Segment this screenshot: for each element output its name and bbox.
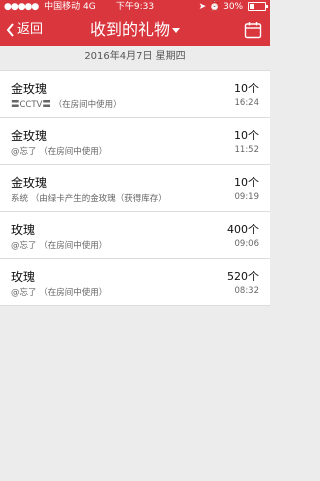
gift-row[interactable]: 玫瑰 @忘了 （在房间中使用） 520个 08:32	[0, 259, 270, 306]
gift-time: 09:06	[234, 239, 260, 249]
gift-time: 16:24	[234, 98, 260, 108]
gift-count: 10个	[234, 82, 259, 95]
gift-name: 金玫瑰	[11, 129, 48, 143]
gift-time: 08:32	[234, 286, 260, 296]
gift-name: 玫瑰	[11, 270, 36, 284]
status-right: ➤ ⏰ 30%	[198, 0, 268, 14]
gift-row[interactable]: 金玫瑰 系统 （由绿卡产生的金玫瑰（获得库存） 10个 09:19	[0, 165, 270, 212]
gift-row[interactable]: 金玫瑰 〓CCTV〓 （在房间中使用） 10个 16:24	[0, 70, 270, 118]
alarm-icon: ⏰	[209, 2, 221, 12]
gift-list: 金玫瑰 〓CCTV〓 （在房间中使用） 10个 16:24 金玫瑰 @忘了 （在…	[0, 70, 270, 306]
gift-row[interactable]: 金玫瑰 @忘了 （在房间中使用） 10个 11:52	[0, 118, 270, 165]
battery-icon	[248, 2, 268, 11]
date-header: 2016年4月7日 星期四	[84, 51, 186, 62]
navigation-bar: 返回 收到的礼物	[0, 14, 270, 46]
gift-description: 〓CCTV〓 （在房间中使用）	[11, 100, 122, 110]
page-title-dropdown[interactable]: 收到的礼物	[0, 19, 270, 41]
status-bar: ●●●●● 中国移动 4G 下午9:33 ➤ ⏰ 30%	[0, 0, 270, 14]
header-bar: ●●●●● 中国移动 4G 下午9:33 ➤ ⏰ 30% 返回 收到的礼物	[0, 0, 270, 46]
calendar-button[interactable]	[244, 21, 262, 43]
gift-description: @忘了 （在房间中使用）	[11, 288, 108, 298]
gift-name: 金玫瑰	[11, 82, 48, 96]
gift-name: 金玫瑰	[11, 176, 48, 190]
gift-description: @忘了 （在房间中使用）	[11, 241, 108, 251]
gift-count: 10个	[234, 129, 259, 142]
caret-down-icon	[172, 28, 180, 33]
calendar-icon	[244, 22, 262, 39]
gift-description: 系统 （由绿卡产生的金玫瑰（获得库存）	[11, 194, 167, 204]
battery-percent: 30%	[223, 2, 244, 12]
gift-count: 400个	[227, 223, 259, 236]
gift-row[interactable]: 玫瑰 @忘了 （在房间中使用） 400个 09:06	[0, 212, 270, 259]
location-icon: ➤	[198, 2, 207, 12]
gift-name: 玫瑰	[11, 223, 36, 237]
gift-description: @忘了 （在房间中使用）	[11, 147, 108, 157]
gift-time: 11:52	[234, 145, 260, 155]
gift-time: 09:19	[234, 192, 260, 202]
gift-count: 520个	[227, 270, 259, 283]
battery-fill	[250, 4, 255, 9]
page-title: 收到的礼物	[89, 20, 170, 39]
gift-count: 10个	[234, 176, 259, 189]
